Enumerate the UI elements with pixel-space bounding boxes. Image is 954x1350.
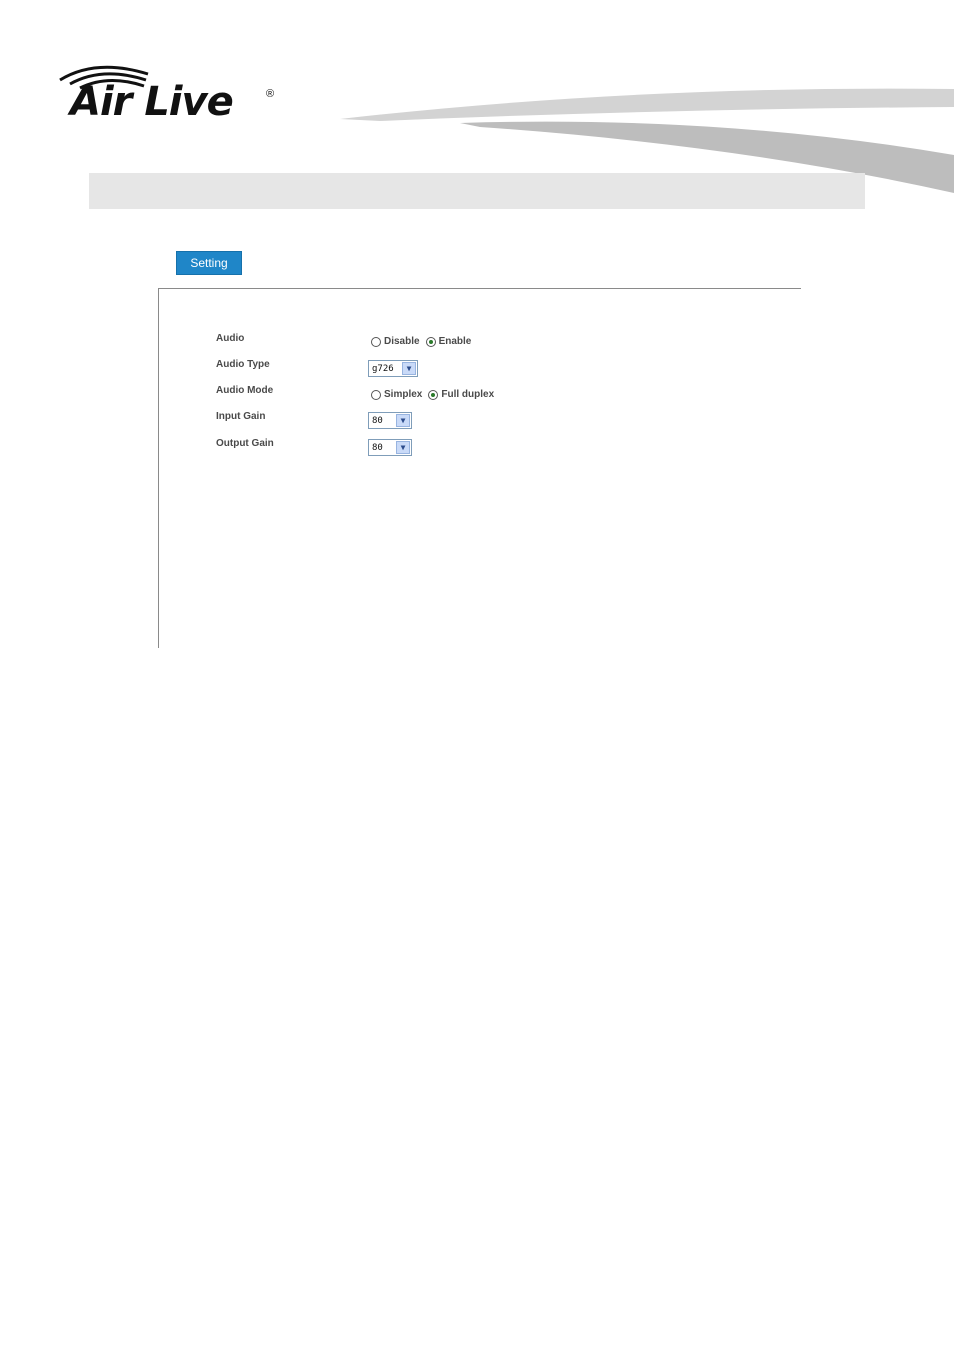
chevron-down-icon[interactable]: ▼: [396, 414, 410, 427]
audio-disable-label: Disable: [384, 336, 420, 347]
audio-radio-group: Disable Enable: [371, 336, 477, 347]
section-title-bar: [89, 173, 865, 209]
chevron-down-icon[interactable]: ▼: [396, 441, 410, 454]
setting-tab-button[interactable]: Setting: [176, 251, 242, 275]
audio-mode-radio-group: Simplex Full duplex: [371, 389, 500, 400]
radio-selected-dot: [431, 392, 436, 397]
audio-label: Audio: [216, 333, 245, 344]
airlive-logo: Air Live ®: [56, 60, 286, 130]
audio-disable-radio[interactable]: [371, 336, 381, 347]
audio-type-label: Audio Type: [216, 359, 270, 370]
logo-text: Air Live: [70, 79, 234, 125]
audio-type-select[interactable]: g726 ▼: [368, 360, 418, 377]
registered-mark: ®: [266, 88, 275, 100]
output-gain-select[interactable]: 80 ▼: [368, 439, 412, 456]
audio-mode-full-duplex-label: Full duplex: [441, 389, 495, 400]
audio-enable-radio[interactable]: [425, 336, 436, 347]
input-gain-select[interactable]: 80 ▼: [368, 412, 412, 429]
input-gain-label: Input Gain: [216, 411, 266, 422]
input-gain-value: 80: [372, 415, 383, 426]
audio-mode-full-duplex-radio[interactable]: [428, 389, 439, 400]
output-gain-label: Output Gain: [216, 438, 274, 449]
radio-selected-dot: [428, 339, 433, 344]
audio-mode-simplex-label: Simplex: [384, 389, 423, 400]
output-gain-value: 80: [372, 442, 383, 453]
settings-panel: [158, 288, 801, 648]
chevron-down-icon[interactable]: ▼: [402, 362, 416, 375]
audio-type-value: g726: [372, 363, 394, 374]
audio-mode-simplex-radio[interactable]: [371, 389, 381, 400]
audio-mode-label: Audio Mode: [216, 385, 274, 396]
audio-enable-label: Enable: [438, 336, 472, 347]
